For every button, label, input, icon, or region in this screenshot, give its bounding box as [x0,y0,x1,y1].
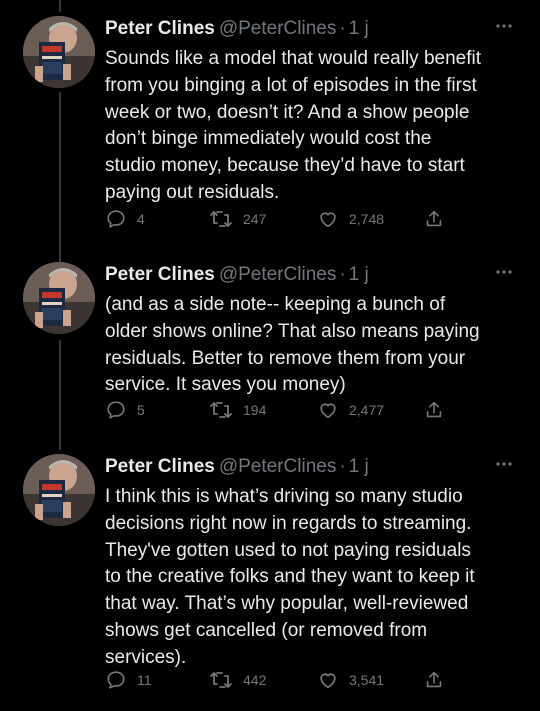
timestamp[interactable]: 1 j [349,456,369,477]
reply-icon [107,210,125,228]
retweet-count: 247 [243,211,267,227]
reply-button[interactable]: 4 [105,207,145,231]
like-button[interactable]: 3,541 [317,668,384,692]
author-name[interactable]: Peter Clines [105,264,215,285]
retweet-icon [210,672,232,688]
author-name[interactable]: Peter Clines [105,18,215,39]
action-bar: 11 442 3,541 [105,668,525,692]
author-handle[interactable]: @PeterClines [219,456,337,477]
author-name[interactable]: Peter Clines [105,456,215,477]
share-icon [426,401,442,418]
reply-button[interactable]: 5 [105,398,145,422]
thread-line [59,0,61,12]
author-handle[interactable]: @PeterClines [219,264,337,285]
author-handle[interactable]: @PeterClines [219,18,337,39]
retweet-icon [210,211,232,227]
avatar[interactable] [23,454,95,526]
retweet-count: 194 [243,402,267,418]
like-count: 2,748 [349,211,385,227]
avatar[interactable] [23,262,95,334]
like-button[interactable]: 2,748 [317,207,384,231]
tweet-text: I think this is what’s driving so many s… [105,486,475,668]
thread-line [59,340,61,450]
retweet-button[interactable]: 194 [209,398,266,422]
thread-line [59,92,61,262]
tweet-header: Peter Clines @PeterClines · 1 j [105,264,369,285]
more-icon[interactable] [494,16,514,36]
like-count: 3,541 [349,672,385,688]
like-button[interactable]: 2,477 [317,398,384,422]
reply-count: 5 [137,402,145,418]
action-bar: 5 194 2,477 [105,398,525,422]
tweet-text: Sounds like a model that would really be… [105,48,482,203]
more-icon[interactable] [494,454,514,474]
share-button[interactable] [423,668,445,692]
tweet-header: Peter Clines @PeterClines · 1 j [105,456,369,477]
reply-icon [107,401,125,419]
action-bar: 4 247 2,748 [105,207,525,231]
retweet-count: 442 [243,672,267,688]
share-button[interactable] [423,398,445,422]
like-icon [320,403,336,419]
more-icon[interactable] [494,262,514,282]
reply-count: 11 [137,672,152,688]
share-icon [426,671,442,688]
share-icon [426,210,442,227]
reply-icon [107,671,125,689]
share-button[interactable] [423,207,445,231]
tweet-text: (and as a side note-- keeping a bunch of… [105,294,480,396]
reply-count: 4 [137,211,145,227]
retweet-icon [210,402,232,418]
like-icon [320,212,336,228]
retweet-button[interactable]: 247 [209,207,266,231]
avatar[interactable] [23,16,95,88]
like-icon [320,673,336,689]
like-count: 2,477 [349,402,385,418]
timestamp[interactable]: 1 j [349,264,369,285]
timestamp[interactable]: 1 j [349,18,369,39]
tweet-header: Peter Clines @PeterClines · 1 j [105,18,369,39]
retweet-button[interactable]: 442 [209,668,266,692]
reply-button[interactable]: 11 [105,668,152,692]
